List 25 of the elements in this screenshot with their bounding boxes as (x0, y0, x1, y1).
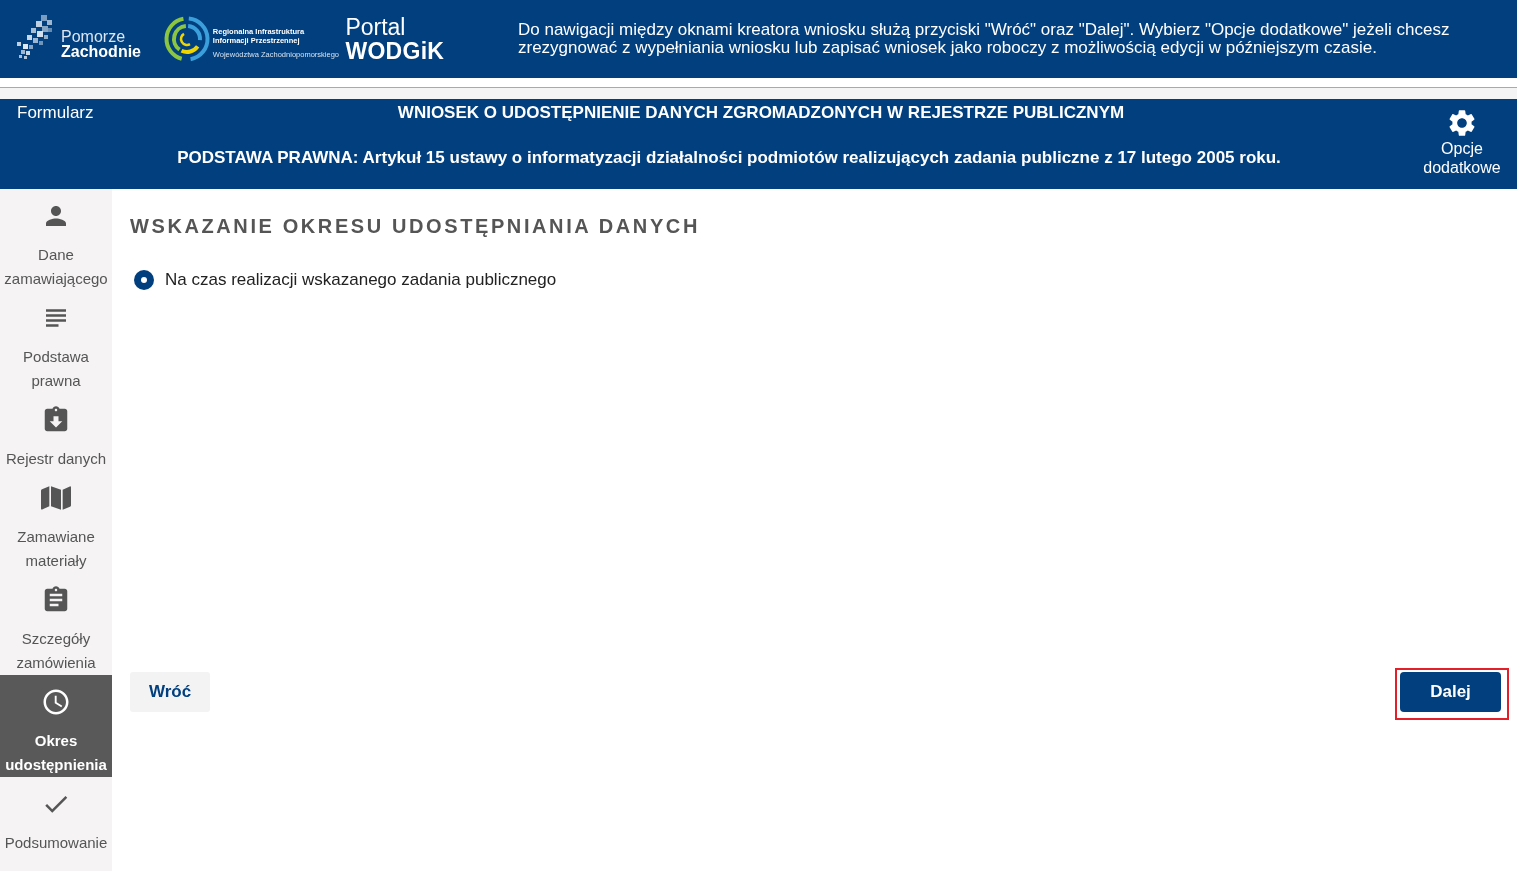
sidebar-step[interactable]: Dane zamawiającego (0, 189, 112, 291)
portal-title: WODGiK (345, 39, 446, 63)
sidebar-step[interactable]: Zamawiane materiały (0, 471, 112, 573)
portal-title: Portal (345, 15, 407, 39)
sidebar-step[interactable]: Rejestr danych (0, 393, 112, 471)
section-heading: WSKAZANIE OKRESU UDOSTĘPNIANIA DANYCH (130, 214, 700, 238)
back-button[interactable]: Wróć (130, 672, 211, 712)
logo-text: Zachodnie (61, 44, 141, 60)
instructions-text: Do nawigacji między oknami kreatora wniosku służą przyciski "Wróć" oraz "Dalej". Wybierz "Opcje dodatkowe" jeżeli chcesz zrezygnować z wypełniania wniosku lub zapisać wniosek jako roboczy z możliwością edycji w późniejszym czasie. (518, 21, 1451, 57)
legal-basis-text: PODSTAWA PRAWNA: Artykuł 15 ustawy o informatyzacji działalności podmiotów realizujących zadania publiczne z 17 lutego 2005 roku. (177, 147, 1281, 169)
form-label: Formularz (17, 102, 94, 124)
form-title: WNIOSEK O UDOSTĘPNIENIE DANYCH ZGROMADZONYCH W REJESTRZE PUBLICZNYM (397, 102, 1125, 124)
options-button[interactable]: Opcje dodatkowe (1419, 107, 1505, 177)
ring-logo-icon (163, 16, 210, 62)
sidebar-step[interactable]: Podstawa prawna (0, 291, 112, 393)
radio-button[interactable] (134, 270, 154, 290)
clock-icon (41, 687, 71, 717)
option-label: Na czas realizacji wskazanego zadania publicznego (165, 269, 557, 291)
logo-text: Pomorze (61, 29, 127, 44)
sidebar-step[interactable]: Szczegóły zamówienia (0, 573, 112, 675)
sidebar-step[interactable]: Okres udostępnienia (0, 675, 112, 777)
map-icon (41, 483, 71, 513)
squares-logo-icon (15, 14, 55, 60)
next-button[interactable]: Dalej (1400, 672, 1501, 712)
sidebar-step[interactable]: Podsumowanie (0, 777, 112, 855)
